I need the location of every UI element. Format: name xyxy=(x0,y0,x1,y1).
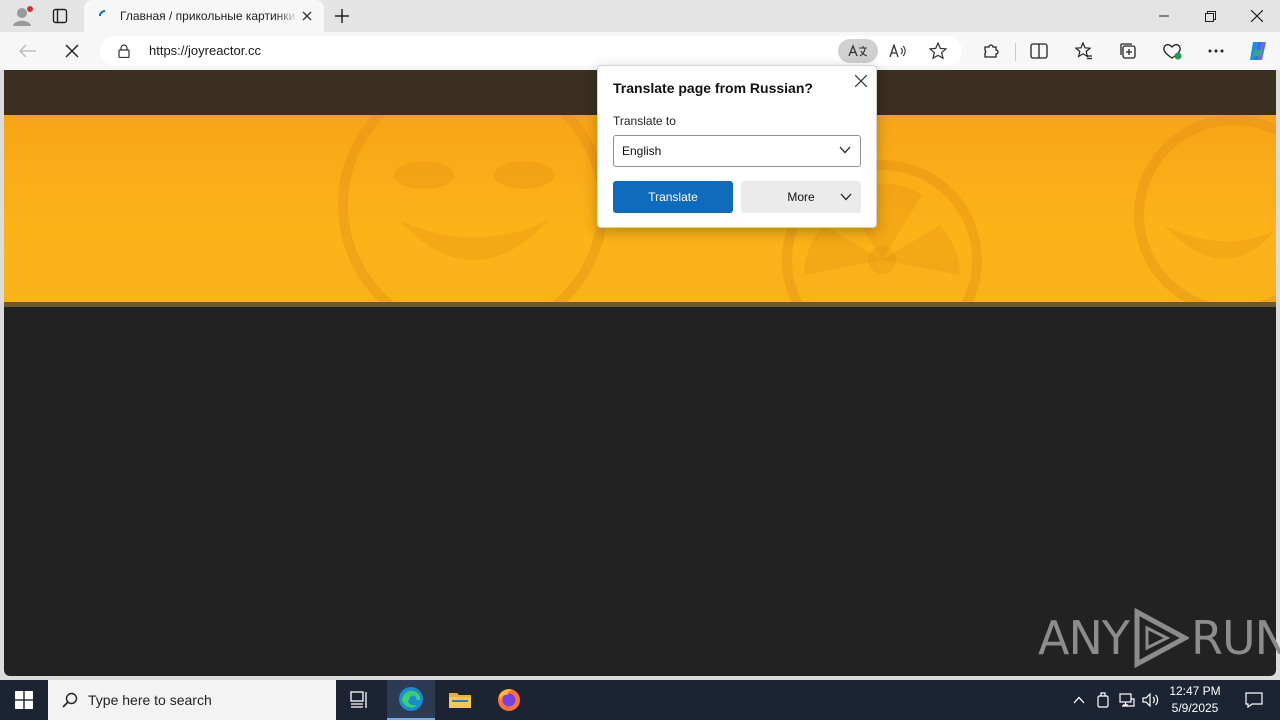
notification-icon xyxy=(1245,692,1263,708)
show-hidden-icons-button[interactable] xyxy=(1068,688,1090,712)
chevron-up-icon xyxy=(1073,696,1085,704)
split-screen-button[interactable] xyxy=(1027,39,1051,63)
restore-button[interactable] xyxy=(1190,0,1230,32)
toolbar-divider xyxy=(1015,43,1016,61)
tab-actions-icon xyxy=(52,8,68,24)
network-icon xyxy=(1119,693,1135,707)
more-horizontal-icon xyxy=(1208,49,1224,53)
task-view-icon xyxy=(350,691,367,708)
tab-bar: Главная / прикольные картинки xyxy=(0,0,1280,32)
extensions-button[interactable] xyxy=(979,39,1003,63)
close-icon xyxy=(65,44,79,58)
settings-menu-button[interactable] xyxy=(1204,39,1228,63)
address-bar[interactable]: https://joyreactor.cc xyxy=(100,36,962,66)
tab-actions-button[interactable] xyxy=(48,4,72,28)
copilot-button[interactable] xyxy=(1245,39,1271,63)
firefox-icon xyxy=(498,689,520,711)
start-button[interactable] xyxy=(0,680,48,720)
clock-date: 5/9/2025 xyxy=(1171,701,1219,715)
restore-icon xyxy=(1204,10,1216,22)
lock-icon xyxy=(118,44,130,58)
tab-title: Главная / прикольные картинки xyxy=(120,9,296,23)
edge-browser-icon xyxy=(399,687,423,711)
split-screen-icon xyxy=(1030,43,1048,59)
taskbar: Type here to search 12:47 PM 5/9/2025 xyxy=(0,680,1280,720)
translate-popup-title: Translate page from Russian? xyxy=(613,80,813,96)
translate-page-button[interactable] xyxy=(838,39,878,63)
volume-button[interactable] xyxy=(1140,688,1162,712)
address-url: https://joyreactor.cc xyxy=(149,43,261,58)
heart-pulse-icon xyxy=(1163,44,1182,60)
loading-spinner-icon xyxy=(99,10,106,17)
close-icon xyxy=(855,75,867,87)
play-logo-icon xyxy=(1134,608,1189,668)
tab-close-button[interactable] xyxy=(298,7,316,25)
plus-icon xyxy=(335,9,349,23)
favorites-button[interactable] xyxy=(1072,39,1096,63)
translate-popup: Translate page from Russian? Translate t… xyxy=(597,65,877,228)
banner-bottom-edge xyxy=(4,302,1276,307)
taskbar-firefox-button[interactable] xyxy=(485,680,533,720)
tray-app-icon xyxy=(1097,692,1109,708)
taskbar-search[interactable]: Type here to search xyxy=(48,680,336,720)
close-icon xyxy=(1251,10,1263,22)
target-language-value: English xyxy=(622,144,662,158)
close-icon xyxy=(302,11,312,21)
site-info-button[interactable] xyxy=(116,43,132,59)
tab-active[interactable]: Главная / прикольные картинки xyxy=(84,0,324,32)
profile-icon xyxy=(13,6,33,26)
search-icon xyxy=(62,692,78,708)
taskbar-file-explorer-button[interactable] xyxy=(436,680,484,720)
translate-popup-close-button[interactable] xyxy=(852,72,870,90)
minimize-button[interactable] xyxy=(1144,0,1184,32)
translate-icon xyxy=(848,44,868,57)
taskbar-edge-button[interactable] xyxy=(387,680,435,720)
profile-button[interactable] xyxy=(8,4,36,28)
favorites-icon xyxy=(1075,42,1092,60)
speaker-icon xyxy=(1142,693,1159,707)
watermark-text-right: RUN xyxy=(1190,611,1280,665)
folder-icon xyxy=(449,693,471,708)
windows-logo-icon xyxy=(15,691,33,709)
read-aloud-button[interactable] xyxy=(886,41,910,61)
close-window-button[interactable] xyxy=(1237,0,1277,32)
copilot-icon xyxy=(1250,42,1266,60)
read-aloud-icon xyxy=(889,44,906,58)
clock-time: 12:47 PM xyxy=(1169,684,1221,698)
task-view-button[interactable] xyxy=(336,680,384,720)
arrow-left-icon xyxy=(19,44,36,58)
minimize-icon xyxy=(1159,15,1169,17)
back-button[interactable] xyxy=(16,39,40,63)
translate-button[interactable]: Translate xyxy=(613,181,733,213)
network-button[interactable] xyxy=(1116,688,1138,712)
star-icon xyxy=(929,42,947,60)
stop-loading-button[interactable] xyxy=(60,39,84,63)
puzzle-icon xyxy=(984,44,999,58)
collections-icon xyxy=(1120,43,1136,59)
anyrun-watermark: ANY RUN xyxy=(1038,608,1280,668)
collections-button[interactable] xyxy=(1116,39,1140,63)
tray-app-button[interactable] xyxy=(1092,688,1114,712)
more-options-button[interactable]: More xyxy=(741,181,861,213)
watermark-text-left: ANY xyxy=(1038,611,1130,665)
notifications-button[interactable] xyxy=(1234,680,1274,720)
taskbar-clock[interactable]: 12:47 PM 5/9/2025 xyxy=(1166,683,1224,717)
more-options-label: More xyxy=(787,190,815,204)
target-language-select[interactable]: English xyxy=(613,135,861,167)
new-tab-button[interactable] xyxy=(330,4,354,28)
browser-essentials-button[interactable] xyxy=(1160,39,1184,63)
taskbar-search-placeholder: Type here to search xyxy=(88,692,212,708)
add-favorite-button[interactable] xyxy=(926,41,950,61)
chevron-down-icon xyxy=(839,146,851,154)
translate-to-label: Translate to xyxy=(613,114,676,128)
chevron-down-icon xyxy=(840,193,852,201)
